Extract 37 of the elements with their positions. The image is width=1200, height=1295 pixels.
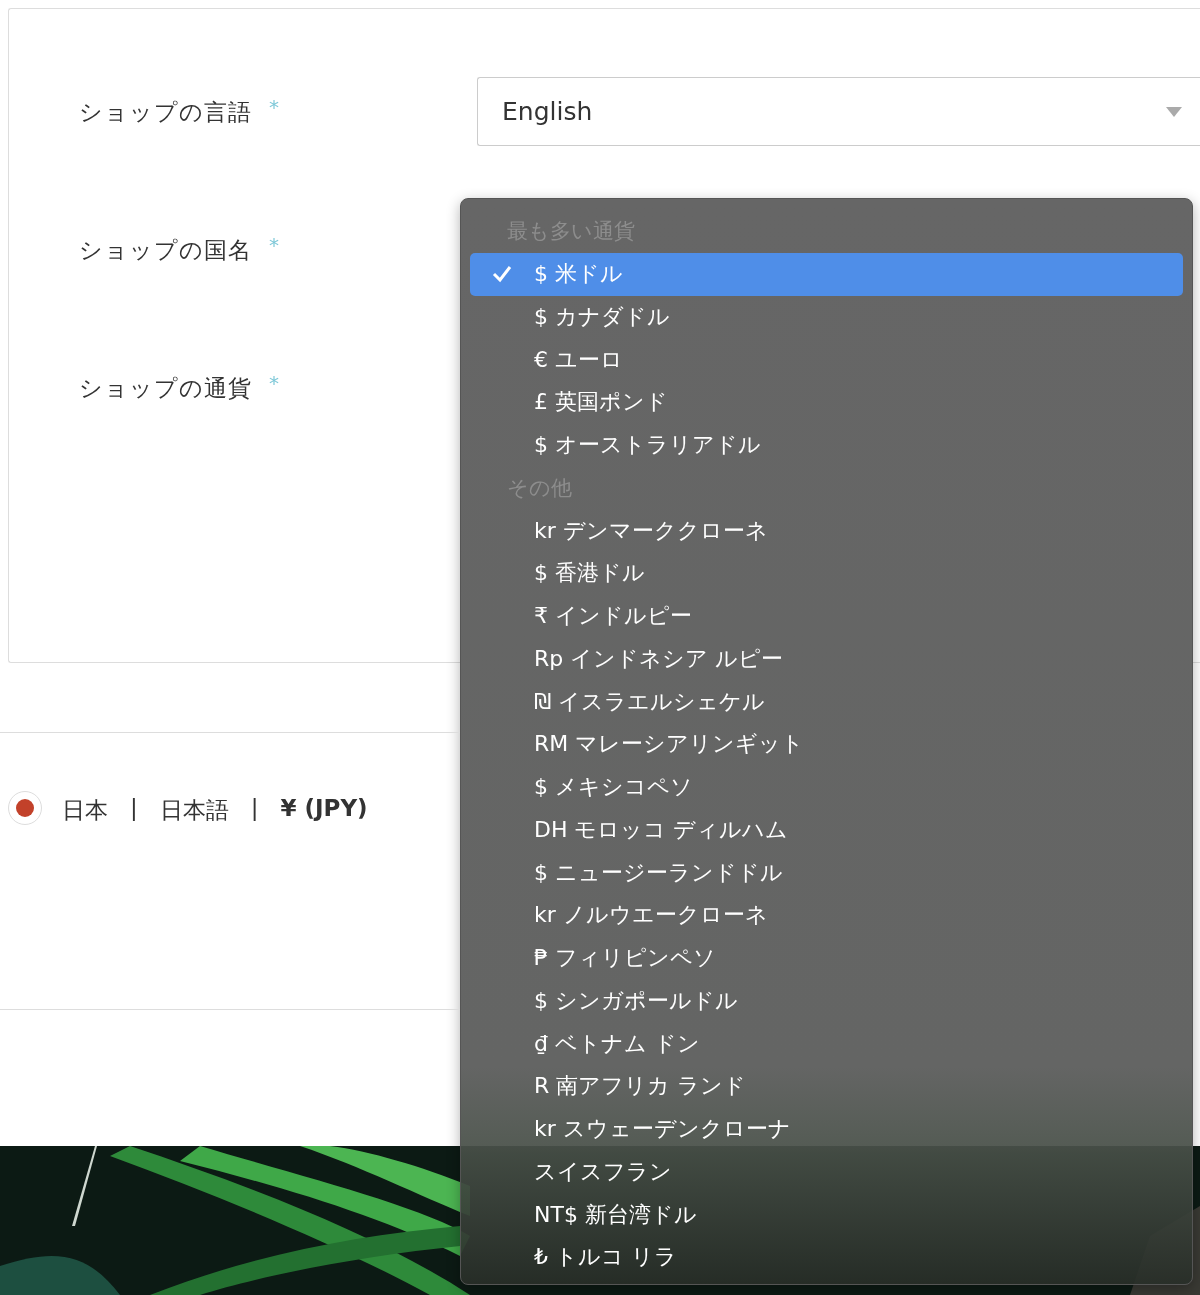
separator: | (250, 794, 259, 821)
currency-option[interactable]: NT$ 新台湾ドル (470, 1193, 1183, 1236)
currency-option[interactable]: $ ニュージーランドドル (470, 851, 1183, 894)
required-mark: * (269, 94, 280, 119)
currency-option[interactable]: ₪ イスラエルシェケル (470, 680, 1183, 723)
currency-option[interactable]: $ カナダドル (470, 295, 1183, 339)
currency-option[interactable]: ₫ ベトナム ドン (470, 1022, 1183, 1065)
currency-option[interactable]: ₺ トルコ リラ (470, 1236, 1183, 1279)
currency-option[interactable]: $ 米ドル (470, 252, 1183, 296)
separator: | (130, 794, 138, 821)
currency-option[interactable]: kr ノルウエークローネ (470, 894, 1183, 937)
field-label: ショップの通貨 (79, 374, 253, 403)
currency-option[interactable]: ₱ フィリピンペソ (470, 936, 1183, 980)
region-text: 日本語 (159, 796, 229, 825)
region-text: 日本 (62, 796, 108, 825)
currency-option[interactable]: R 南アフリカ ランド (470, 1065, 1183, 1108)
required-mark: * (269, 370, 280, 395)
currency-option[interactable]: $ 香港ドル (470, 552, 1183, 595)
currency-option[interactable]: DH モロッコ ディルハム (470, 808, 1183, 852)
currency-option[interactable]: ₹ インドルピー (470, 594, 1183, 638)
currency-option[interactable]: スイスフラン (470, 1150, 1183, 1194)
currency-option[interactable]: Rp インドネシア ルピー (470, 637, 1183, 681)
currency-option[interactable]: $ シンガポールドル (470, 979, 1183, 1023)
currency-option[interactable]: kr デンマーククローネ (470, 509, 1183, 552)
field-label: ショップの国名 (79, 236, 253, 265)
currency-option[interactable]: £ 英国ポンド (470, 381, 1183, 424)
language-select[interactable]: English (477, 77, 1200, 146)
currency-option[interactable]: $ オーストラリアドル (470, 423, 1183, 467)
required-mark: * (269, 232, 280, 257)
checkmark-icon (492, 265, 512, 284)
currency-option[interactable]: € ユーロ (470, 338, 1183, 381)
caret-icon (1166, 106, 1182, 117)
currency-option[interactable]: RM マレーシアリンギット (470, 723, 1183, 766)
region-text: ¥ (JPY) (280, 794, 368, 821)
currency-option[interactable]: kr スウェーデンクローナ (470, 1107, 1183, 1151)
field-label: ショップの言語 (79, 98, 253, 127)
currency-option[interactable]: $ メキシコペソ (470, 765, 1183, 809)
